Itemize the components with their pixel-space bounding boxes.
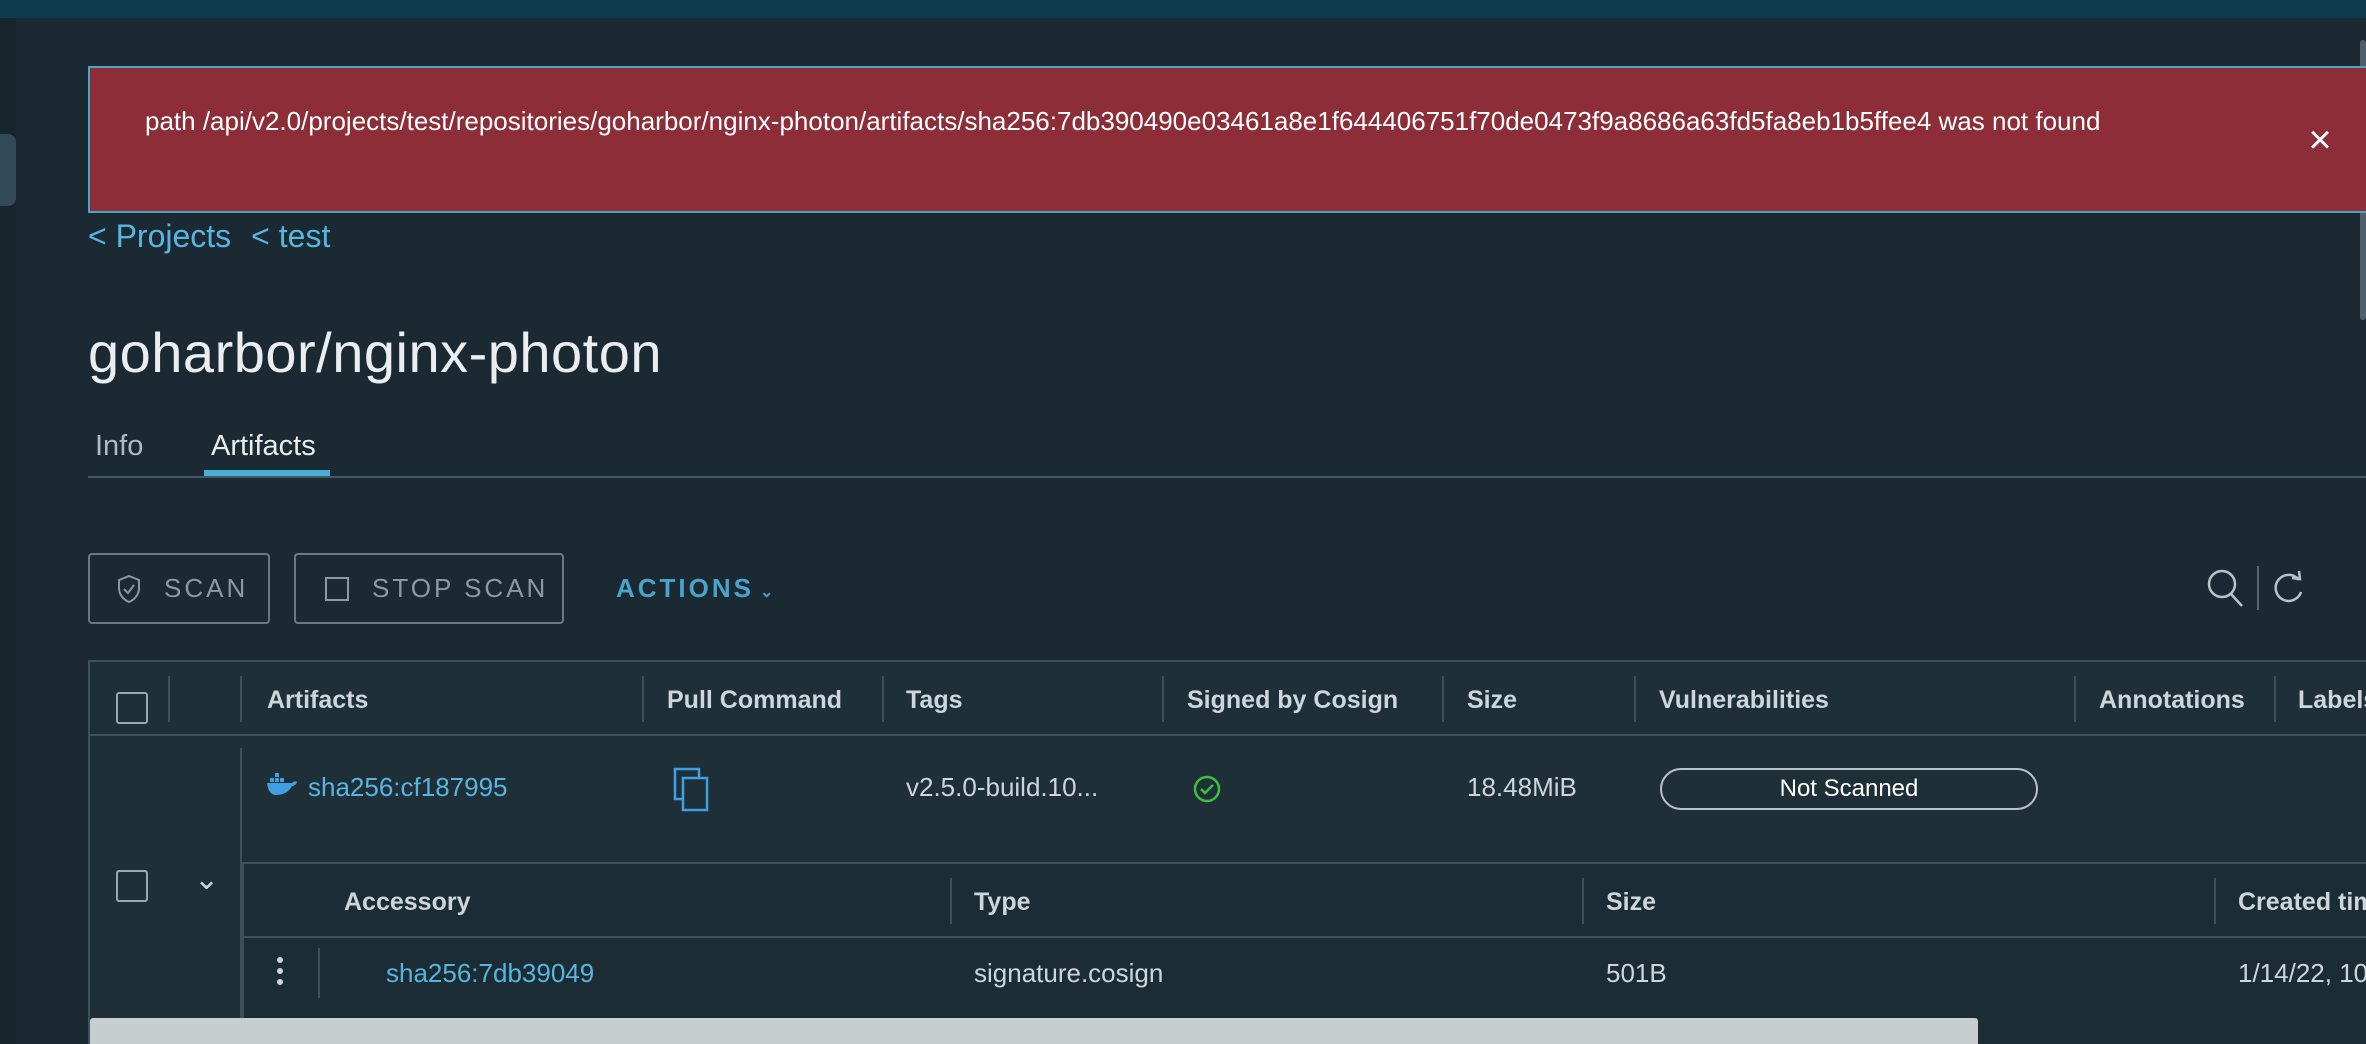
col-labels[interactable]: Labels [2298, 686, 2366, 715]
artifact-digest-link[interactable]: sha256:cf187995 [308, 772, 508, 803]
horizontal-scrollbar[interactable] [90, 1018, 1978, 1044]
refresh-icon[interactable] [2268, 566, 2308, 615]
stop-scan-button[interactable]: STOP SCAN [294, 553, 564, 624]
breadcrumb-projects-link[interactable]: < Projects [88, 218, 231, 254]
col-type[interactable]: Type [974, 888, 1031, 917]
col-annotations[interactable]: Annotations [2099, 686, 2245, 715]
artifacts-table: Artifacts Pull Command Tags Signed by Co… [88, 660, 2366, 1044]
chevron-down-icon: ⌄ [760, 584, 777, 601]
col-artifacts[interactable]: Artifacts [267, 686, 368, 715]
tab-bar: Info Artifacts [88, 420, 2366, 478]
scan-label: SCAN [164, 573, 249, 603]
select-all-checkbox[interactable] [116, 692, 148, 724]
col-size[interactable]: Size [1467, 686, 1517, 715]
accessory-table: Accessory Type Size Created time sha256:… [242, 862, 2366, 1044]
row-checkbox[interactable] [116, 870, 148, 902]
copy-icon[interactable] [672, 766, 712, 821]
nav-active-indicator[interactable] [0, 134, 16, 206]
toolbar-divider [2257, 566, 2259, 610]
col-vulnerabilities[interactable]: Vulnerabilities [1659, 686, 1829, 715]
shield-check-icon [116, 574, 142, 604]
page-title: goharbor/nginx-photon [88, 321, 663, 384]
chevron-down-icon[interactable]: ⌄ [194, 862, 219, 897]
stop-scan-label: STOP SCAN [372, 573, 549, 603]
actions-label: ACTIONS [616, 573, 754, 603]
search-icon[interactable] [2205, 566, 2245, 615]
accessory-table-header: Accessory Type Size Created time [244, 864, 2366, 938]
error-alert: path /api/v2.0/projects/test/repositorie… [88, 66, 2366, 213]
col-accessory-size[interactable]: Size [1606, 888, 1656, 917]
stop-square-icon [324, 576, 350, 602]
docker-icon [266, 772, 298, 803]
artifact-size: 18.48MiB [1467, 772, 1577, 802]
scan-button[interactable]: SCAN [88, 553, 270, 624]
col-created-time[interactable]: Created time [2238, 888, 2366, 917]
breadcrumb-project-link[interactable]: < test [251, 218, 330, 254]
col-pull-command[interactable]: Pull Command [667, 686, 842, 715]
breadcrumb: < Projects < test [88, 218, 330, 255]
vulnerability-status-badge: Not Scanned [1660, 768, 2038, 810]
col-tags[interactable]: Tags [906, 686, 963, 715]
left-nav-rail [0, 18, 16, 1044]
accessory-size: 501B [1606, 958, 1667, 988]
more-options-icon[interactable] [274, 954, 286, 994]
col-accessory[interactable]: Accessory [344, 888, 470, 917]
table-header: Artifacts Pull Command Tags Signed by Co… [90, 662, 2366, 736]
tab-info[interactable]: Info [95, 430, 143, 463]
alert-message: path /api/v2.0/projects/test/repositorie… [145, 106, 2101, 136]
accessory-digest-link[interactable]: sha256:7db39049 [386, 958, 594, 989]
top-header-bar [0, 0, 2366, 18]
accessory-created-time: 1/14/22, 10 [2238, 958, 2366, 988]
col-signed-by-cosign[interactable]: Signed by Cosign [1187, 686, 1398, 715]
close-icon[interactable]: × [2298, 118, 2342, 162]
tag-value: v2.5.0-build.10... [906, 772, 1099, 802]
check-circle-icon [1192, 774, 1222, 811]
tab-artifacts[interactable]: Artifacts [211, 430, 316, 463]
actions-dropdown[interactable]: ACTIONS ⌄ [616, 573, 776, 604]
accessory-type: signature.cosign [974, 958, 1164, 988]
active-tab-indicator [204, 470, 330, 476]
